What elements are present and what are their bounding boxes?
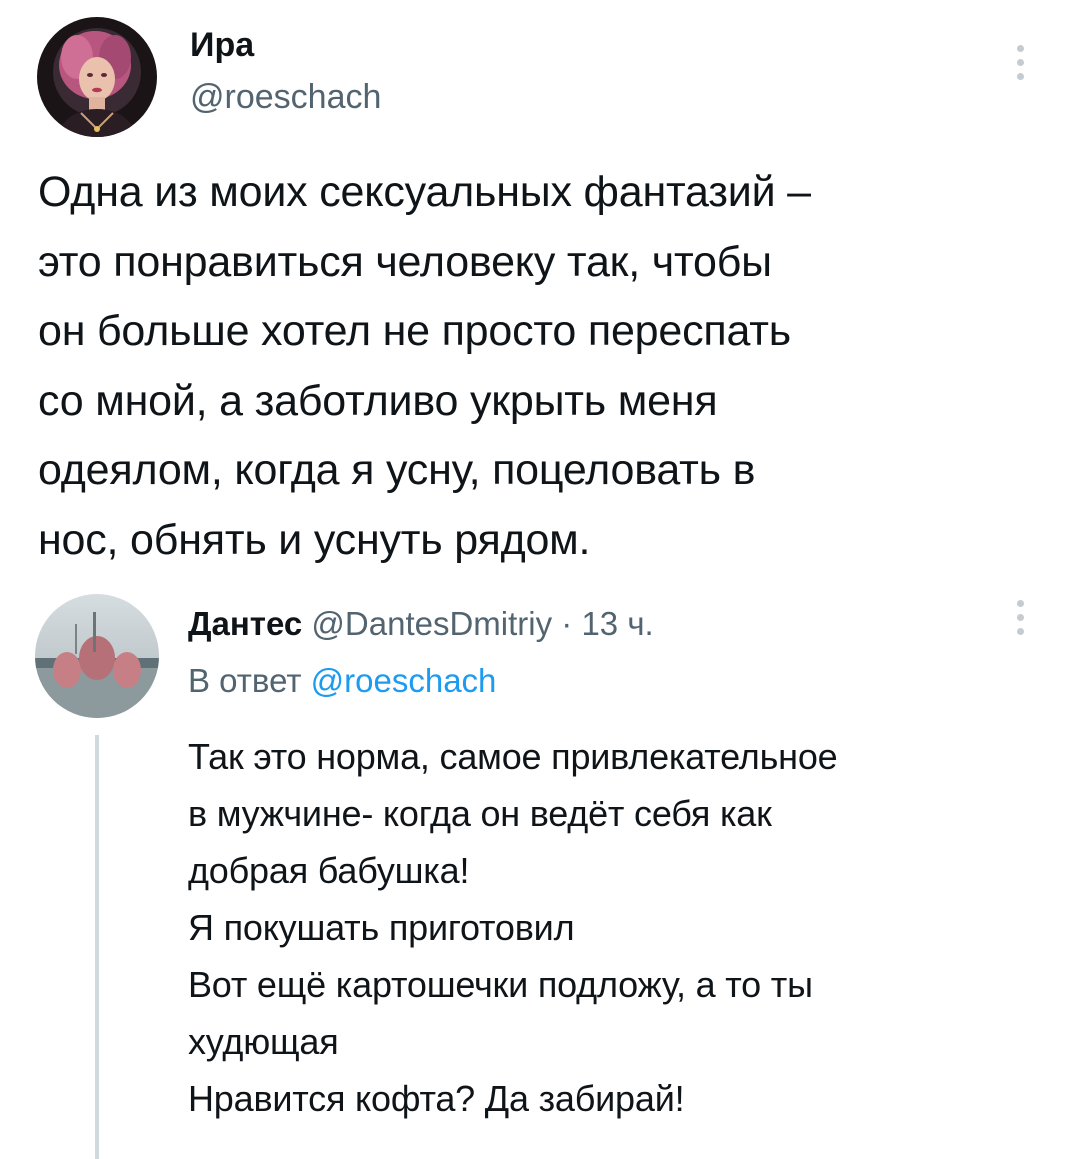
reply-author-avatar[interactable] <box>35 594 159 718</box>
author-handle[interactable]: @roeschach <box>190 78 381 117</box>
more-vertical-icon[interactable] <box>1015 45 1025 80</box>
separator-dot: · <box>561 605 573 642</box>
reply-author-handle[interactable]: @DantesDmitriy <box>311 605 552 642</box>
avatar-illustration <box>37 17 157 137</box>
reply-to-handle-link[interactable]: @roeschach <box>311 662 497 699</box>
thread-line <box>95 735 99 1159</box>
reply-header: Дантес @DantesDmitriy · 13 ч. <box>188 602 654 646</box>
avatar-photo <box>35 594 159 718</box>
more-vertical-icon[interactable] <box>1015 600 1025 635</box>
reply-timestamp[interactable]: 13 ч. <box>581 605 653 642</box>
tweet-text: Одна из моих сексуальных фантазий – это … <box>38 168 811 564</box>
reply-to-line: В ответ @roeschach <box>188 659 496 703</box>
reply-to-label: В ответ <box>188 662 302 699</box>
author-avatar[interactable] <box>37 17 157 137</box>
reply-tweet-text: Так это норма, самое привлекательное в м… <box>188 736 838 1119</box>
author-name[interactable]: Ира <box>190 26 254 65</box>
reply-author-name[interactable]: Дантес <box>188 605 302 642</box>
